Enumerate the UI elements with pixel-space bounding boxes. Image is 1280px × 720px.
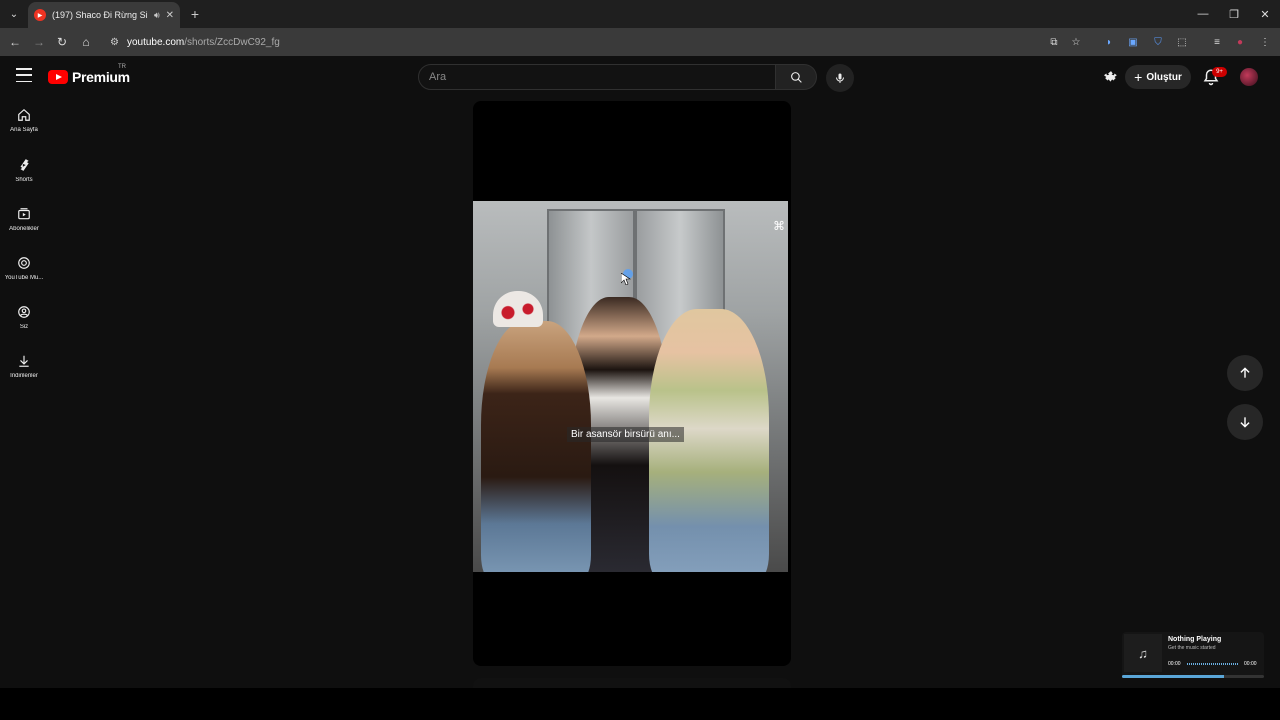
create-button[interactable]: + Oluştur <box>1125 65 1191 89</box>
arrow-down-icon <box>1240 417 1250 428</box>
mouse-cursor-icon <box>621 273 631 285</box>
voice-search-button[interactable] <box>826 64 854 92</box>
sidebar-item-label: YouTube Mu... <box>4 275 44 281</box>
sidebar-item-label: İndirilenler <box>10 373 38 379</box>
back-icon[interactable]: ← <box>6 33 24 51</box>
capcut-watermark-icon: ⌘ <box>773 219 785 233</box>
short-video-frame[interactable]: ⌘ Bir asansör birsürü anı... <box>473 201 788 572</box>
music-time-total: 00:00 <box>1244 661 1257 667</box>
music-progress-bar[interactable] <box>1122 675 1264 678</box>
plus-icon: + <box>1134 69 1143 85</box>
browser-menu-icon[interactable]: ⋮ <box>1257 34 1273 50</box>
menu-icon[interactable] <box>16 68 32 82</box>
youtube-music-icon <box>18 257 30 269</box>
search-input[interactable] <box>419 65 775 89</box>
sidebar-item-label: Siz <box>19 324 29 330</box>
youtube-logo-icon <box>48 70 68 84</box>
home-icon[interactable]: ⌂ <box>77 33 95 51</box>
video-person <box>481 321 591 572</box>
music-title: Nothing Playing <box>1168 636 1222 643</box>
music-progress-fill <box>1122 675 1225 678</box>
extensions-puzzle-icon[interactable]: ⬚ <box>1174 34 1190 50</box>
profile-icon[interactable]: ● <box>1232 34 1248 50</box>
avatar[interactable] <box>1240 68 1258 86</box>
sidebar-item-downloads[interactable]: İndirilenler <box>0 344 48 388</box>
tab-title: (197) Shaco Đi Rừng Siêu Đ <box>52 10 148 20</box>
bookmark-star-icon[interactable]: ☆ <box>1068 34 1084 50</box>
minimize-icon[interactable]: — <box>1188 4 1218 24</box>
create-label: Oluştur <box>1146 71 1182 83</box>
search-button[interactable] <box>776 64 817 90</box>
puzzle-extension-icon[interactable] <box>1102 68 1120 86</box>
address-bar[interactable]: ⚙ youtube.com/shorts/ZccDwC92_fg <box>104 31 1104 53</box>
sidebar-item-you[interactable]: Siz <box>0 295 48 339</box>
video-caption: Bir asansör birsürü anı... <box>567 427 684 442</box>
home-icon <box>18 108 30 121</box>
youtube-favicon-icon: ▶ <box>34 9 46 21</box>
extension-audio-icon[interactable]: ◗ <box>1101 34 1117 50</box>
download-icon <box>19 355 29 367</box>
music-subtitle: Get the music started <box>1168 645 1216 651</box>
sidebar-item-label: Abonelikler <box>9 226 39 232</box>
youtube-header: Premium TR + Oluştur 9+ <box>0 56 1280 98</box>
region-code: TR <box>118 64 126 70</box>
window-close-icon[interactable]: ✕ <box>1250 4 1280 24</box>
brand-text: Premium <box>72 69 130 85</box>
sidebar-item-shorts[interactable]: Shorts <box>0 148 48 192</box>
sidebar-item-youtube-music[interactable]: YouTube Mu... <box>0 246 48 290</box>
youtube-premium-logo[interactable]: Premium TR <box>48 64 130 85</box>
tab-search-chevron-icon[interactable]: ⌄ <box>6 6 22 22</box>
music-waveform[interactable] <box>1187 663 1239 665</box>
browser-tab-bar: ⌄ ▶ (197) Shaco Đi Rừng Siêu Đ 🔊︎ ✕ + — … <box>0 0 1280 28</box>
shield-extension-icon[interactable]: ⛉ <box>1150 34 1166 50</box>
speaker-icon[interactable]: 🔊︎ <box>154 10 160 21</box>
sidebar-item-subscriptions[interactable]: Abonelikler <box>0 197 48 241</box>
account-icon <box>18 306 30 318</box>
url-path: /shorts/ZccDwC92_fg <box>184 36 280 48</box>
browser-toolbar: ← → ↻ ⌂ ⚙ youtube.com/shorts/ZccDwC92_fg… <box>0 28 1280 56</box>
previous-short-button[interactable] <box>1227 355 1263 391</box>
notification-badge: 9+ <box>1212 67 1227 77</box>
shorts-player[interactable]: ⌘ Bir asansör birsürü anı... <box>473 101 791 666</box>
new-tab-button[interactable]: + <box>186 5 204 23</box>
restore-icon[interactable]: ❐ <box>1219 4 1249 24</box>
translate-extension-icon[interactable]: ▣ <box>1125 34 1141 50</box>
subscriptions-icon <box>18 208 30 220</box>
shorts-icon <box>20 159 29 171</box>
video-beanie <box>493 291 543 327</box>
reload-icon[interactable]: ↻ <box>53 33 71 51</box>
url-host: youtube.com <box>126 36 185 48</box>
tab-close-icon[interactable]: ✕ <box>166 10 174 21</box>
site-info-icon[interactable]: ⚙ <box>110 37 119 48</box>
sidebar-item-home[interactable]: Ana Sayfa <box>0 98 48 142</box>
search-box <box>418 64 776 90</box>
bottom-strip <box>0 688 1280 720</box>
music-time-current: 00:00 <box>1168 661 1181 667</box>
music-note-icon: ♫ <box>1124 634 1162 672</box>
forward-icon[interactable]: → <box>30 33 48 51</box>
microphone-icon <box>836 73 844 83</box>
install-app-icon[interactable]: ⧉ <box>1046 34 1062 50</box>
sidebar-item-label: Shorts <box>15 177 33 183</box>
music-player-widget[interactable]: ♫ Nothing Playing Get the music started … <box>1122 632 1264 678</box>
sidebar-item-label: Ana Sayfa <box>10 127 38 133</box>
search-icon <box>790 71 802 83</box>
media-controls-icon[interactable]: ≡ <box>1209 34 1225 50</box>
arrow-up-icon <box>1240 367 1250 378</box>
next-short-button[interactable] <box>1227 404 1263 440</box>
browser-tab-active[interactable]: ▶ (197) Shaco Đi Rừng Siêu Đ 🔊︎ ✕ <box>28 2 180 28</box>
